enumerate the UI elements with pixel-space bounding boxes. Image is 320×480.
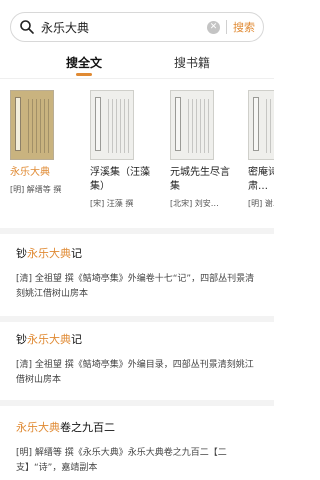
search-icon bbox=[20, 20, 34, 34]
search-input[interactable]: 永乐大典 bbox=[41, 19, 207, 36]
tab-books[interactable]: 搜书籍 bbox=[174, 54, 210, 71]
result-divider bbox=[0, 400, 274, 406]
book-card[interactable]: 永乐大典 [明] 解缙等 撰 bbox=[10, 90, 72, 195]
tabs-divider bbox=[0, 78, 274, 79]
active-tab-indicator bbox=[76, 73, 92, 76]
book-cover bbox=[248, 90, 274, 160]
result-title: 钞永乐大典记 bbox=[16, 333, 82, 346]
result-description: [清] 全祖望 撰《鲒埼亭集》外编卷十七“记”，四部丛刊景清刻姚江借树山房本 bbox=[16, 274, 255, 299]
result-title: 钞永乐大典记 bbox=[16, 247, 82, 260]
book-cover bbox=[10, 90, 54, 160]
search-button[interactable]: 搜索 bbox=[233, 19, 255, 35]
book-author: [明] 谢… bbox=[248, 199, 274, 208]
search-bar[interactable]: 永乐大典 ✕ 搜索 bbox=[10, 12, 264, 42]
result-tabs: 搜全文 搜书籍 bbox=[0, 54, 274, 76]
book-card[interactable]: 密庵诗稿（谢肃… [明] 谢… bbox=[248, 90, 274, 209]
book-author: [北宋] 刘安… bbox=[170, 199, 219, 208]
result-divider bbox=[0, 316, 274, 322]
result-description: [明] 解缙等 撰《永乐大典》永乐大典卷之九百二【二支】“诗”，嘉靖副本 bbox=[16, 448, 227, 473]
result-item[interactable]: 钞永乐大典记 [清] 全祖望 撰《鲒埼亭集》外编目录，四部丛刊景清刻姚江借树山房… bbox=[16, 332, 260, 388]
book-title: 元城先生尽言集 bbox=[170, 167, 230, 192]
book-title: 永乐大典 bbox=[10, 167, 50, 178]
result-description: [清] 全祖望 撰《鲒埼亭集》外编目录，四部丛刊景清刻姚江借树山房本 bbox=[16, 360, 254, 385]
book-title: 密庵诗稿（谢肃… bbox=[248, 167, 274, 192]
search-divider bbox=[226, 20, 227, 34]
result-item[interactable]: 永乐大典卷之九百二 [明] 解缙等 撰《永乐大典》永乐大典卷之九百二【二支】“诗… bbox=[16, 420, 260, 476]
result-title: 永乐大典卷之九百二 bbox=[16, 421, 115, 434]
book-card[interactable]: 浮溪集（汪藻集） [宋] 汪藻 撰 bbox=[90, 90, 152, 209]
book-card[interactable]: 元城先生尽言集 [北宋] 刘安… bbox=[170, 90, 232, 209]
book-author: [宋] 汪藻 撰 bbox=[90, 199, 134, 208]
tab-fulltext[interactable]: 搜全文 bbox=[66, 54, 102, 71]
book-cover bbox=[90, 90, 134, 160]
section-divider bbox=[0, 228, 274, 234]
book-title: 浮溪集（汪藻集） bbox=[90, 167, 150, 192]
clear-icon[interactable]: ✕ bbox=[207, 20, 220, 34]
result-item[interactable]: 钞永乐大典记 [清] 全祖望 撰《鲒埼亭集》外编卷十七“记”，四部丛刊景清刻姚江… bbox=[16, 246, 260, 302]
book-author: [明] 解缙等 撰 bbox=[10, 185, 62, 194]
book-cover bbox=[170, 90, 214, 160]
